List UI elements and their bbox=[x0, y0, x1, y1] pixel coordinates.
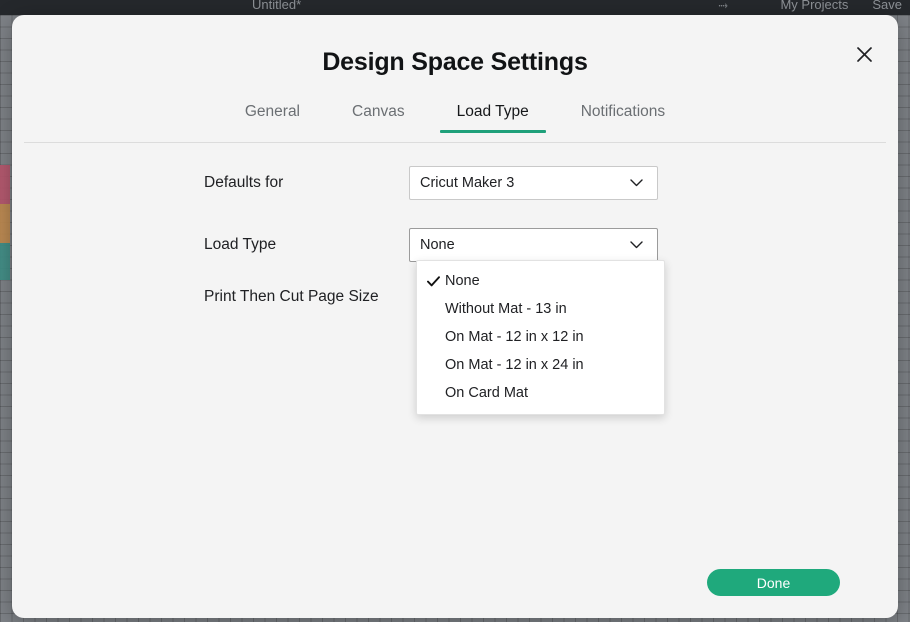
chevron-down-icon bbox=[629, 176, 643, 190]
chevron-down-icon bbox=[629, 238, 643, 252]
dropdown-item-none[interactable]: None bbox=[417, 267, 664, 295]
tab-general[interactable]: General bbox=[219, 99, 326, 133]
load-type-dropdown-menu[interactable]: None Without Mat - 13 in On Mat - 12 in … bbox=[416, 260, 665, 415]
tab-notifications[interactable]: Notifications bbox=[555, 99, 691, 133]
dropdown-item-label: On Mat - 12 in x 24 in bbox=[445, 357, 584, 373]
dropdown-item-label: Without Mat - 13 in bbox=[445, 301, 567, 317]
row-print-then-cut-page-size: Print Then Cut Page Size bbox=[204, 288, 409, 306]
load-type-value: None bbox=[420, 237, 455, 253]
done-button[interactable]: Done bbox=[707, 569, 840, 596]
defaults-for-value: Cricut Maker 3 bbox=[420, 175, 515, 191]
save-button[interactable]: Save bbox=[872, 0, 902, 12]
label-print-then-cut-page-size: Print Then Cut Page Size bbox=[204, 288, 379, 305]
label-defaults-for: Defaults for bbox=[204, 174, 284, 191]
dropdown-item-label: On Mat - 12 in x 12 in bbox=[445, 329, 584, 345]
my-projects-link[interactable]: My Projects bbox=[780, 0, 848, 12]
dropdown-item-label: On Card Mat bbox=[445, 385, 528, 401]
header-actions: My Projects Save bbox=[780, 0, 902, 12]
document-title: Untitled* bbox=[252, 0, 302, 12]
tab-bar: General Canvas Load Type Notifications bbox=[12, 99, 898, 133]
tab-canvas[interactable]: Canvas bbox=[326, 99, 431, 133]
app-header: Untitled* ⤑ My Projects Save bbox=[0, 0, 910, 15]
settings-modal: Design Space Settings General Canvas Loa… bbox=[12, 15, 898, 618]
arrows-icon: ⤑ bbox=[718, 0, 730, 12]
dropdown-item-on-card-mat[interactable]: On Card Mat bbox=[417, 379, 664, 407]
row-defaults-for: Defaults for Cricut Maker 3 bbox=[204, 166, 658, 200]
check-icon bbox=[426, 274, 440, 288]
dropdown-item-on-mat-12x24[interactable]: On Mat - 12 in x 24 in bbox=[417, 351, 664, 379]
load-type-select[interactable]: None bbox=[409, 228, 658, 262]
defaults-for-select[interactable]: Cricut Maker 3 bbox=[409, 166, 658, 200]
page-title: Design Space Settings bbox=[322, 48, 588, 76]
label-load-type: Load Type bbox=[204, 236, 277, 253]
canvas-artwork bbox=[0, 165, 10, 280]
close-icon[interactable] bbox=[850, 40, 878, 68]
dropdown-item-label: None bbox=[445, 273, 480, 289]
dropdown-item-on-mat-12x12[interactable]: On Mat - 12 in x 12 in bbox=[417, 323, 664, 351]
dropdown-item-without-mat-13[interactable]: Without Mat - 13 in bbox=[417, 295, 664, 323]
row-load-type: Load Type None bbox=[204, 228, 658, 262]
tab-load-type[interactable]: Load Type bbox=[431, 99, 555, 133]
